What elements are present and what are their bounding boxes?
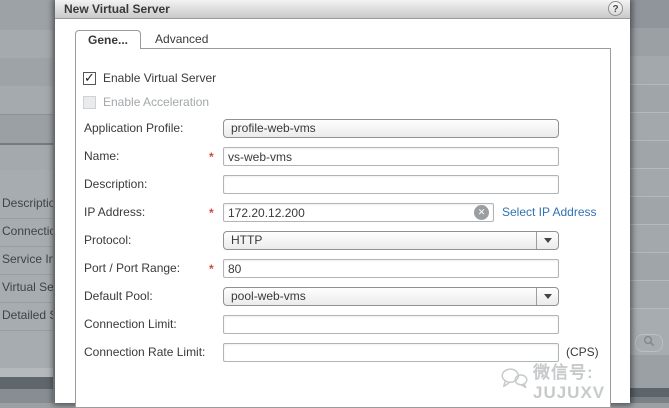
connection-rate-limit-row: Connection Rate Limit: (CPS)	[76, 343, 610, 362]
ip-address-input[interactable]	[223, 203, 494, 222]
background-item-virtual-server: Virtual Ser	[2, 280, 53, 294]
port-required-marker: *	[209, 262, 214, 276]
connection-rate-limit-input[interactable]	[223, 343, 559, 362]
clear-ip-icon[interactable]	[474, 205, 489, 220]
description-row: Description:	[76, 175, 610, 194]
background-left-pane: Description Connection Service Ins Virtu…	[0, 0, 53, 403]
default-pool-value: pool-web-vms	[231, 289, 306, 303]
chevron-down-icon	[536, 288, 558, 305]
port-row: Port / Port Range: *	[76, 259, 610, 278]
protocol-value: HTTP	[231, 233, 263, 247]
application-profile-label: Application Profile:	[84, 121, 184, 135]
port-label: Port / Port Range:	[84, 261, 181, 275]
default-pool-row: Default Pool: pool-web-vms	[76, 287, 610, 306]
enable-acceleration-checkbox	[83, 95, 96, 109]
background-right-pane	[630, 0, 669, 403]
protocol-row: Protocol: HTTP	[76, 231, 610, 250]
enable-acceleration-row: Enable Acceleration	[83, 95, 209, 109]
description-input[interactable]	[223, 175, 559, 194]
name-input[interactable]	[223, 147, 559, 166]
background-item-connection: Connection	[2, 224, 53, 238]
description-label: Description:	[84, 177, 148, 191]
protocol-label: Protocol:	[84, 233, 132, 247]
dialog-tabs: Gene... Advanced	[75, 30, 222, 49]
background-item-detailed-status: Detailed St	[2, 308, 53, 322]
connection-rate-limit-label: Connection Rate Limit:	[84, 345, 206, 359]
ip-address-row: IP Address: * Select IP Address	[76, 203, 610, 222]
protocol-dropdown[interactable]: HTTP	[223, 231, 559, 250]
name-label: Name:	[84, 149, 120, 163]
enable-acceleration-label: Enable Acceleration	[103, 95, 210, 109]
enable-virtual-server-checkbox[interactable]	[83, 70, 96, 86]
background-item-service-insertion: Service Ins	[2, 252, 53, 266]
cps-suffix: (CPS)	[566, 345, 599, 359]
connection-limit-input[interactable]	[223, 315, 559, 334]
ip-address-required-marker: *	[209, 206, 214, 220]
help-icon[interactable]: ?	[608, 1, 623, 16]
ip-address-label: IP Address:	[84, 205, 146, 219]
search-icon	[643, 334, 655, 352]
port-input[interactable]	[223, 259, 559, 278]
default-pool-label: Default Pool:	[84, 289, 153, 303]
background-search-box	[635, 334, 663, 352]
tab-advanced[interactable]: Advanced	[141, 30, 222, 49]
dialog-title: New Virtual Server	[64, 2, 170, 16]
application-profile-combo[interactable]: profile-web-vms	[223, 119, 559, 138]
application-profile-row: Application Profile: profile-web-vms	[76, 119, 610, 138]
name-required-marker: *	[209, 150, 214, 164]
name-row: Name: *	[76, 147, 610, 166]
connection-limit-row: Connection Limit:	[76, 315, 610, 334]
chevron-down-icon	[536, 232, 558, 249]
dialog-titlebar: New Virtual Server ?	[55, 0, 630, 19]
default-pool-dropdown[interactable]: pool-web-vms	[223, 287, 559, 306]
select-ip-address-link[interactable]: Select IP Address	[502, 203, 597, 222]
new-virtual-server-dialog: New Virtual Server ? Gene... Advanced En…	[55, 0, 630, 408]
connection-limit-label: Connection Limit:	[84, 317, 177, 331]
enable-virtual-server-label: Enable Virtual Server	[103, 71, 217, 85]
background-item-description: Description	[2, 196, 53, 210]
general-tab-panel: Enable Virtual Server Enable Acceleratio…	[75, 48, 611, 408]
tab-general[interactable]: Gene...	[75, 30, 142, 49]
enable-virtual-server-row: Enable Virtual Server	[83, 70, 217, 86]
